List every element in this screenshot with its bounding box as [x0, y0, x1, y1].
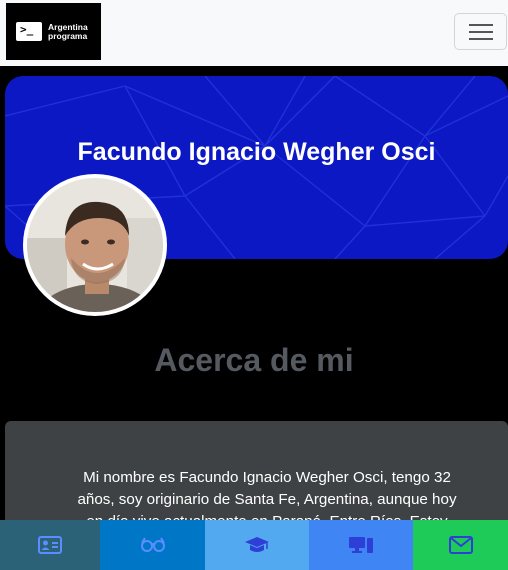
glasses-icon [140, 537, 165, 552]
brand-text: Argentina programa [48, 22, 88, 41]
hamburger-menu-icon [469, 24, 493, 26]
hamburger-bar [469, 31, 493, 33]
bottom-nav [0, 520, 508, 570]
graduation-cap-icon [245, 537, 269, 552]
profile-name: Facundo Ignacio Wegher Osci [77, 138, 436, 166]
terminal-icon: >_ [16, 22, 42, 41]
tab-education[interactable] [205, 520, 309, 570]
avatar [23, 174, 167, 316]
desktop-icon [349, 537, 373, 553]
brand-logo[interactable]: >_ Argentina programa [6, 3, 101, 60]
tab-projects[interactable] [309, 520, 413, 570]
tab-experience[interactable] [100, 520, 205, 570]
avatar-photo [27, 178, 163, 312]
navbar-toggle-button[interactable] [454, 13, 507, 50]
about-title: Acerca de mi [154, 342, 354, 378]
tab-contact[interactable] [413, 520, 508, 570]
hamburger-bar [469, 38, 493, 40]
id-card-icon [38, 536, 62, 554]
terminal-prompt: >_ [20, 23, 34, 36]
brand-line-2: programa [48, 30, 88, 41]
navbar: >_ Argentina programa [0, 0, 508, 66]
tab-about[interactable] [0, 520, 100, 570]
envelope-icon [448, 536, 473, 554]
